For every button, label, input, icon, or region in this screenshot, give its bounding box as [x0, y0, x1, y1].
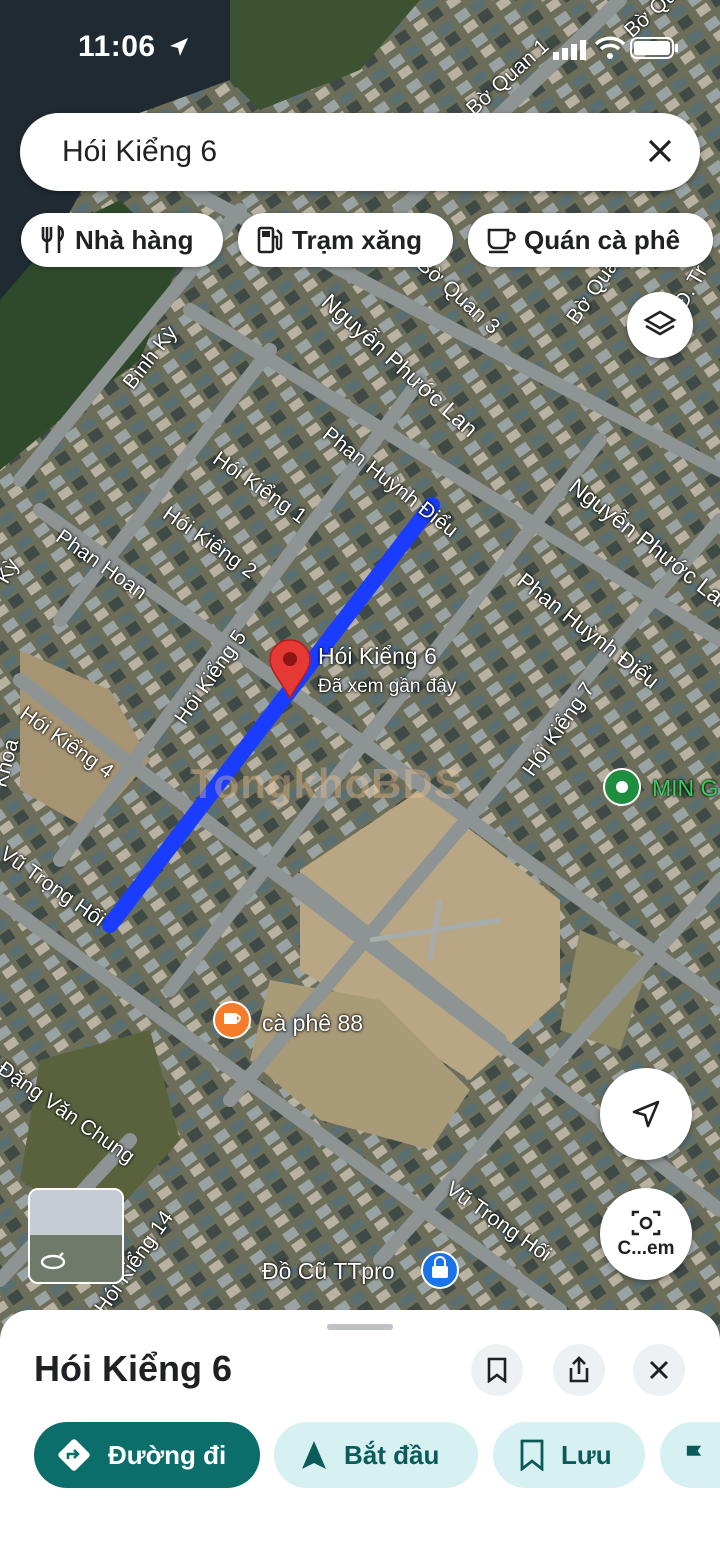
watermark: TongkhoBDS [190, 760, 463, 807]
bookmark-icon [520, 1439, 544, 1471]
poi-label-place[interactable]: MIN G [652, 775, 718, 802]
share-button[interactable] [553, 1344, 605, 1396]
camera-icon [631, 1210, 661, 1236]
my-location-button[interactable] [600, 1068, 692, 1160]
status-bar: 11:06 [0, 0, 720, 100]
share-icon [569, 1356, 589, 1383]
street-view-icon [40, 1252, 66, 1270]
battery-icon [630, 37, 678, 59]
coffee-icon [487, 228, 516, 254]
restaurant-icon [41, 225, 65, 253]
close-sheet-button[interactable] [633, 1344, 685, 1396]
chip-label: Nhà hàng [75, 224, 194, 255]
start-label: Bắt đầu [344, 1439, 440, 1470]
search-input[interactable]: Hói Kiểng 6 [62, 135, 217, 169]
layers-icon [643, 310, 677, 336]
street-view-thumbnail[interactable] [28, 1188, 124, 1284]
bookmark-icon [487, 1357, 507, 1383]
close-icon[interactable] [642, 133, 678, 169]
pin-subtitle: Đã xem gần đây [318, 676, 457, 697]
chip-label: Trạm xăng [292, 224, 423, 255]
directions-icon [58, 1439, 90, 1471]
wifi-icon [594, 36, 625, 59]
location-arrow-icon [170, 38, 188, 56]
chip-restaurant[interactable]: Nhà hàng [21, 213, 223, 267]
pin-title: Hói Kiểng 6 [318, 643, 437, 669]
drag-handle[interactable] [327, 1324, 393, 1330]
chip-gas-station[interactable]: Trạm xăng [238, 213, 453, 267]
navigation-arrow-icon [632, 1100, 660, 1128]
poi-label-shop[interactable]: Đồ Cũ TTpro [262, 1258, 395, 1285]
coffee-poi-marker[interactable] [213, 1001, 251, 1039]
more-actions-button[interactable] [660, 1422, 720, 1488]
camera-search-button[interactable]: C...em [600, 1188, 692, 1280]
save-icon-button[interactable] [471, 1344, 523, 1396]
layers-button[interactable] [627, 292, 693, 358]
gas-station-icon [257, 226, 283, 254]
poi-label-cafe[interactable]: cà phê 88 [262, 1010, 363, 1037]
place-title: Hói Kiểng 6 [34, 1348, 233, 1389]
navigation-icon [302, 1441, 326, 1469]
signal-icon [553, 40, 587, 60]
place-poi-marker[interactable] [603, 768, 641, 806]
directions-button[interactable]: Đường đi [34, 1422, 260, 1488]
save-button[interactable]: Lưu [493, 1422, 645, 1488]
status-time: 11:06 [78, 30, 156, 63]
flag-icon [686, 1445, 702, 1465]
chip-coffee[interactable]: Quán cà phê [468, 213, 713, 267]
search-bar[interactable]: Hói Kiểng 6 [20, 113, 700, 191]
shopping-poi-marker[interactable] [421, 1251, 459, 1289]
close-icon [649, 1360, 669, 1380]
save-label: Lưu [561, 1439, 612, 1470]
chip-label: Quán cà phê [524, 224, 681, 255]
camera-label: C...em [617, 1238, 675, 1259]
directions-label: Đường đi [108, 1439, 227, 1470]
place-sheet[interactable]: Hói Kiểng 6 Đường đi Bắt đầu Lưu [0, 1310, 720, 1560]
start-button[interactable]: Bắt đầu [274, 1422, 478, 1488]
